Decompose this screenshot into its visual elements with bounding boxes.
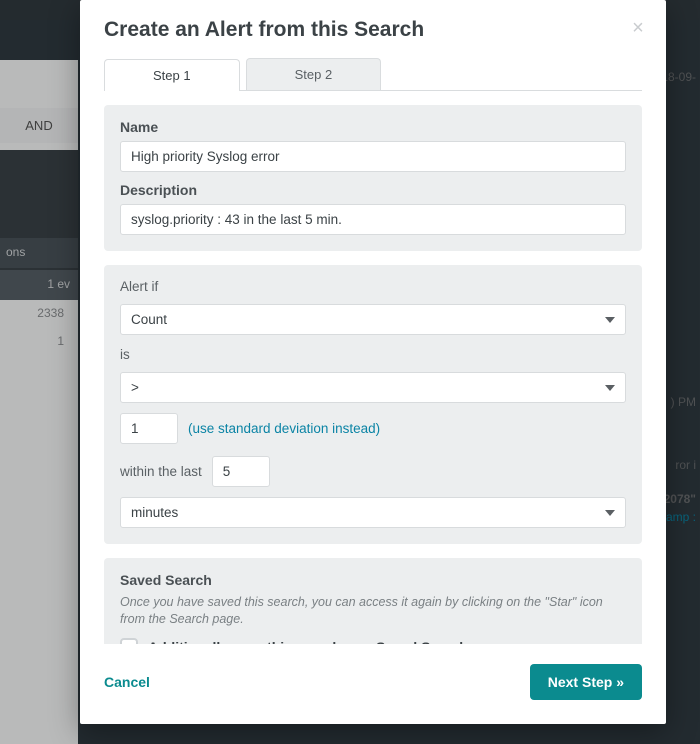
alert-if-label: Alert if <box>120 279 158 294</box>
within-label: within the last <box>120 464 202 479</box>
comparator-select-value: > <box>131 380 139 395</box>
chevron-down-icon <box>605 385 615 391</box>
chevron-down-icon <box>605 317 615 323</box>
tab-step-1[interactable]: Step 1 <box>104 59 240 91</box>
metric-select[interactable]: Count <box>120 304 626 335</box>
description-label: Description <box>120 182 626 198</box>
panel-saved-search: Saved Search Once you have saved this se… <box>104 558 642 644</box>
modal-title: Create an Alert from this Search <box>104 18 642 42</box>
metric-select-value: Count <box>131 312 167 327</box>
step-tabs: Step 1 Step 2 <box>104 58 642 91</box>
panel-alert-condition: Alert if Count is > (use standard deviat… <box>104 265 642 544</box>
modal-header: Create an Alert from this Search <box>80 0 666 42</box>
chevron-down-icon <box>605 510 615 516</box>
within-unit-select[interactable]: minutes <box>120 497 626 528</box>
modal-footer: Cancel Next Step » <box>80 644 666 724</box>
saved-search-subtext: Once you have saved this search, you can… <box>120 594 626 628</box>
next-step-button[interactable]: Next Step » <box>530 664 642 700</box>
within-unit-value: minutes <box>131 505 178 520</box>
create-alert-modal: × Create an Alert from this Search Step … <box>80 0 666 724</box>
within-value-input[interactable] <box>212 456 270 487</box>
threshold-input[interactable] <box>120 413 178 444</box>
alert-description-input[interactable] <box>120 204 626 235</box>
saved-search-heading: Saved Search <box>120 572 626 588</box>
close-icon[interactable]: × <box>628 18 648 38</box>
alert-name-input[interactable] <box>120 141 626 172</box>
modal-body: Name Description Alert if Count is > <box>80 91 666 644</box>
is-label: is <box>120 347 130 362</box>
comparator-select[interactable]: > <box>120 372 626 403</box>
panel-name-description: Name Description <box>104 105 642 251</box>
name-label: Name <box>120 119 626 135</box>
cancel-button[interactable]: Cancel <box>104 674 150 690</box>
tab-step-2[interactable]: Step 2 <box>246 58 382 90</box>
stddev-link[interactable]: (use standard deviation instead) <box>188 421 380 436</box>
